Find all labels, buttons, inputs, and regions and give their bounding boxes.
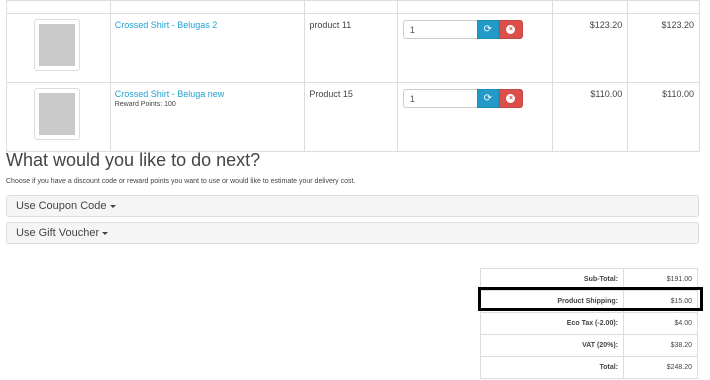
cart-row: Crossed Shirt - Belugas 2 product 11 ⟳ ×…	[6, 13, 700, 83]
vat-value: $38.20	[623, 334, 698, 357]
voucher-panel-toggle[interactable]: Use Gift Voucher	[6, 222, 699, 244]
product-thumbnail[interactable]	[34, 88, 80, 140]
update-button[interactable]: ⟳	[476, 89, 499, 108]
total-value: $248.20	[623, 356, 698, 379]
eco-tax-value: $4.00	[623, 312, 698, 335]
cart-header-row	[6, 0, 700, 14]
product-name-link[interactable]: Crossed Shirt - Beluga new	[115, 89, 305, 99]
product-name-link[interactable]: Crossed Shirt - Belugas 2	[115, 20, 305, 30]
line-total: $110.00	[627, 82, 700, 152]
cart-table: Crossed Shirt - Belugas 2 product 11 ⟳ ×…	[6, 0, 700, 152]
quantity-input[interactable]	[402, 89, 477, 108]
quantity-group: ⟳ ×	[402, 89, 552, 108]
quantity-group: ⟳ ×	[402, 20, 552, 39]
refresh-icon: ⟳	[483, 24, 493, 35]
unit-price: $123.20	[551, 13, 629, 83]
totals-row: VAT (20%): $38.20	[480, 334, 698, 357]
line-total: $123.20	[627, 13, 700, 83]
update-button[interactable]: ⟳	[476, 20, 499, 39]
product-model: product 11	[304, 13, 398, 83]
quantity-input[interactable]	[402, 20, 477, 39]
coupon-panel-toggle[interactable]: Use Coupon Code	[6, 195, 699, 217]
times-circle-icon: ×	[506, 94, 516, 103]
totals-row: Eco Tax (-2.00): $4.00	[480, 312, 698, 335]
times-circle-icon: ×	[506, 25, 516, 34]
shipping-highlight-box	[478, 287, 703, 311]
cart-row: Crossed Shirt - Beluga new Reward Points…	[6, 82, 700, 152]
total-label: Total:	[480, 356, 624, 379]
eco-tax-label: Eco Tax (-2.00):	[480, 312, 624, 335]
caret-down-icon	[109, 204, 116, 208]
next-steps-description: Choose if you have a discount code or re…	[6, 178, 356, 185]
voucher-panel-label: Use Gift Voucher	[16, 227, 100, 239]
product-model: Product 15	[304, 82, 398, 152]
refresh-icon: ⟳	[483, 93, 493, 104]
unit-price: $110.00	[551, 82, 629, 152]
next-steps-title: What would you like to do next?	[6, 150, 261, 170]
coupon-panel-label: Use Coupon Code	[16, 200, 107, 212]
vat-label: VAT (20%):	[480, 334, 624, 357]
order-totals-table: Sub-Total: $191.00 Product Shipping: $15…	[480, 268, 698, 379]
reward-points: Reward Points: 100	[114, 101, 176, 108]
product-thumbnail[interactable]	[34, 19, 80, 71]
totals-row: Total: $248.20	[480, 356, 698, 379]
caret-down-icon	[102, 231, 109, 235]
remove-button[interactable]: ×	[498, 89, 523, 108]
remove-button[interactable]: ×	[498, 20, 523, 39]
